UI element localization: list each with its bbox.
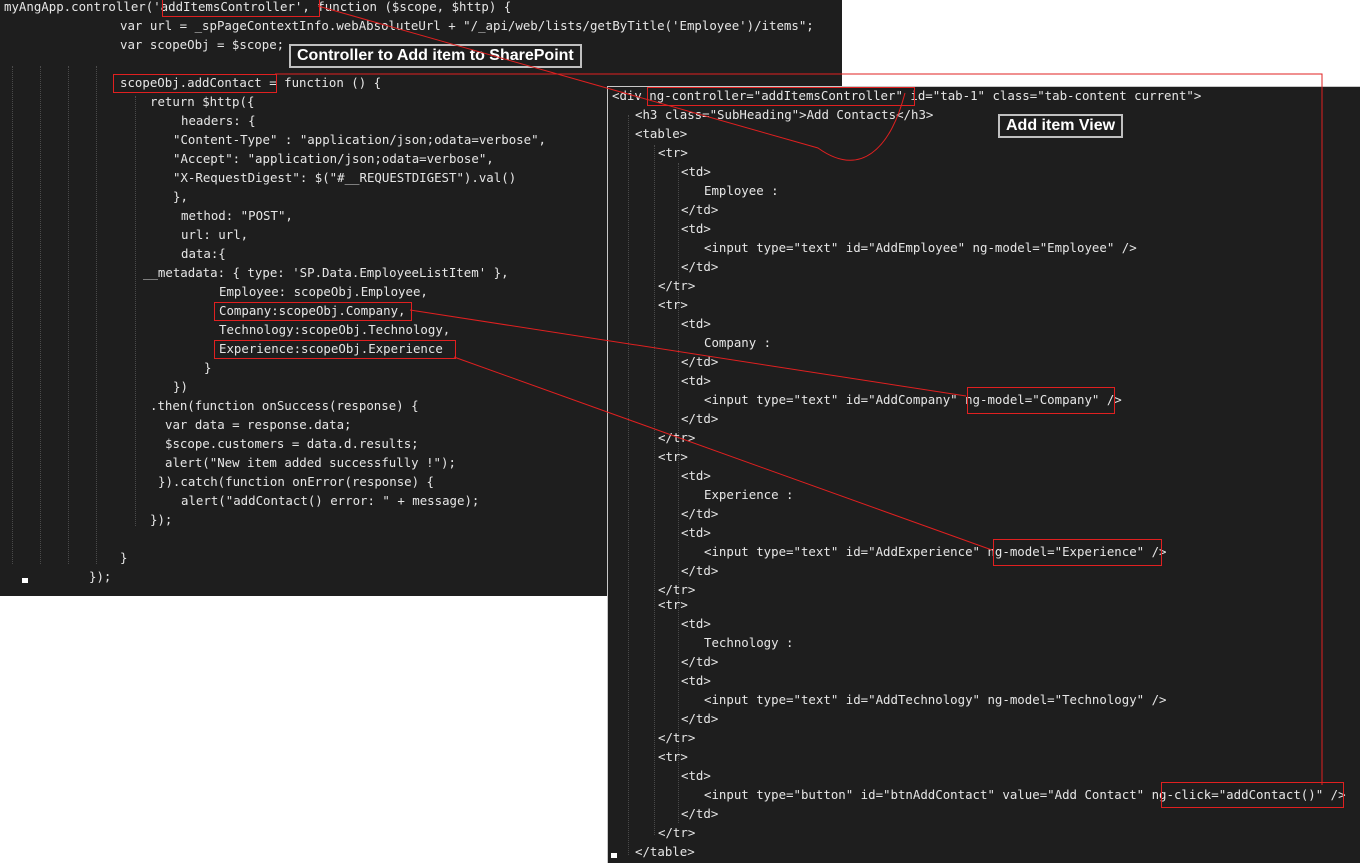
connector-lines xyxy=(275,5,1323,785)
connector-controller xyxy=(317,5,906,161)
connector-company xyxy=(409,309,967,397)
connector-experience xyxy=(453,356,993,551)
connector-addcontact xyxy=(275,73,1323,785)
